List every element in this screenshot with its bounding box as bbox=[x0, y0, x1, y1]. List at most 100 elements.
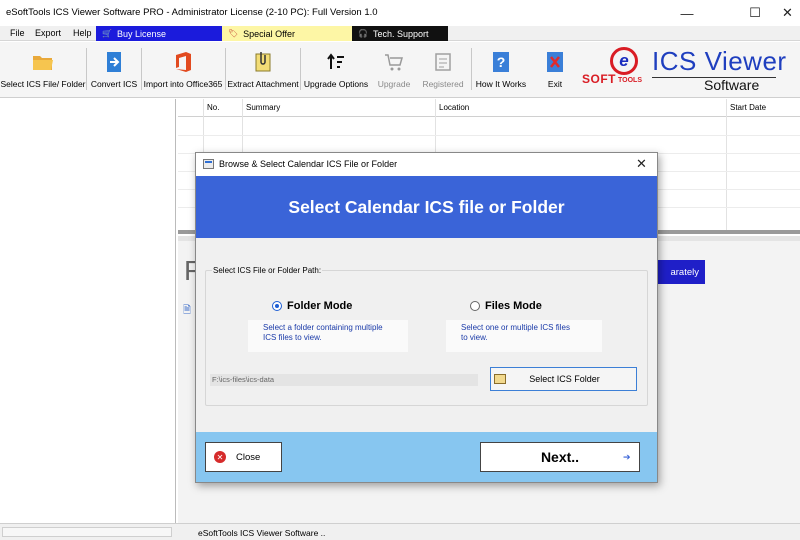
extract-attachment-button[interactable]: Extract Attachment bbox=[227, 42, 299, 98]
toolbar: Select ICS File/ Folder Convert ICS Impo… bbox=[0, 42, 800, 98]
column-header-location[interactable]: Location bbox=[439, 103, 469, 112]
grid-row-line bbox=[178, 135, 800, 136]
import-office365-button[interactable]: Import into Office365 bbox=[144, 42, 222, 98]
tech-support-button[interactable]: 🎧 Tech. Support bbox=[352, 26, 448, 41]
logo-soft: SOFT bbox=[582, 72, 616, 86]
toolbar-label: Extract Attachment bbox=[227, 79, 299, 89]
office365-icon bbox=[171, 50, 195, 74]
logo-e-mark: e bbox=[610, 47, 638, 75]
tag-icon: 🏷 bbox=[228, 29, 239, 38]
registered-icon bbox=[431, 50, 455, 74]
save-separately-label: arately bbox=[670, 266, 699, 278]
status-progress-segment bbox=[2, 527, 172, 537]
folder-mode-label: Folder Mode bbox=[287, 300, 353, 312]
logo-brand: ICS Viewer bbox=[652, 46, 787, 76]
menu-export[interactable]: Export bbox=[35, 28, 61, 38]
buy-license-label: Buy License bbox=[116, 28, 166, 39]
files-mode-desc-line: Select one or multiple ICS files bbox=[461, 323, 570, 332]
dialog-title: Browse & Select Calendar ICS File or Fol… bbox=[219, 159, 398, 169]
dialog-banner: Select Calendar ICS file or Folder bbox=[196, 176, 657, 238]
toolbar-label: Upgrade bbox=[377, 79, 411, 89]
dialog-close-icon[interactable]: ✕ bbox=[636, 156, 647, 172]
folder-path-field[interactable]: F:\ics-files\ics-data bbox=[210, 374, 478, 386]
toolbar-label: Convert ICS bbox=[90, 79, 138, 89]
select-ics-folder-label: Select ICS Folder bbox=[529, 374, 600, 384]
status-text: eSoftTools ICS Viewer Software .. bbox=[198, 528, 326, 538]
path-groupbox-legend: Select ICS File or Folder Path: bbox=[212, 266, 323, 275]
maximize-button[interactable]: ☐ bbox=[732, 0, 778, 26]
dialog-window-icon bbox=[203, 159, 214, 169]
toolbar-separator bbox=[86, 48, 87, 90]
menu-file[interactable]: File bbox=[10, 28, 25, 38]
upgrade-options-button[interactable]: Upgrade Options bbox=[303, 42, 369, 98]
menu-bar: File Export Help 🛒 Buy License 🏷 Special… bbox=[0, 26, 800, 41]
files-mode-description: Select one or multiple ICS files to view… bbox=[446, 320, 602, 352]
toolbar-separator bbox=[471, 48, 472, 90]
convert-icon bbox=[102, 50, 126, 74]
buy-license-button[interactable]: 🛒 Buy License bbox=[96, 26, 222, 41]
close-circle-icon: ✕ bbox=[214, 451, 226, 463]
toolbar-separator bbox=[141, 48, 142, 90]
files-mode-radio[interactable]: Files Mode bbox=[470, 300, 542, 312]
menu-help[interactable]: Help bbox=[73, 28, 92, 38]
cart-icon bbox=[382, 50, 406, 74]
special-offer-button[interactable]: 🏷 Special Offer bbox=[222, 26, 352, 41]
browse-select-dialog: Browse & Select Calendar ICS File or Fol… bbox=[195, 152, 658, 483]
save-separately-button[interactable]: arately bbox=[652, 260, 705, 284]
window-title: eSoftTools ICS Viewer Software PRO - Adm… bbox=[6, 7, 378, 18]
folder-mode-desc-line: ICS files to view. bbox=[263, 333, 322, 342]
close-button-label: Close bbox=[236, 451, 261, 463]
toolbar-label: Registered bbox=[422, 79, 464, 89]
select-ics-folder-button[interactable]: Select ICS Folder bbox=[490, 367, 637, 391]
exit-button[interactable]: Exit bbox=[536, 42, 574, 98]
folder-mode-radio[interactable]: Folder Mode bbox=[272, 300, 352, 312]
svg-text:?: ? bbox=[497, 54, 506, 70]
next-button-label: Next.. bbox=[540, 449, 580, 465]
arrow-right-icon: ➔ bbox=[623, 452, 631, 462]
next-button[interactable]: Next.. ➔ bbox=[480, 442, 640, 472]
upgrade-options-icon bbox=[324, 50, 348, 74]
column-header-no[interactable]: No. bbox=[207, 103, 219, 112]
radio-unselected-icon bbox=[470, 301, 480, 311]
tech-support-label: Tech. Support bbox=[372, 28, 429, 39]
esofttools-logo: e SOFT TOOLS ICS Viewer Software bbox=[578, 44, 800, 96]
toolbar-label: How It Works bbox=[475, 79, 527, 89]
toolbar-label: Exit bbox=[547, 79, 563, 89]
dialog-banner-title: Select Calendar ICS file or Folder bbox=[288, 196, 565, 217]
grid-column-divider bbox=[726, 99, 727, 234]
radio-selected-icon bbox=[272, 301, 282, 311]
close-button[interactable]: ✕ Close bbox=[205, 442, 282, 472]
window-titlebar: eSoftTools ICS Viewer Software PRO - Adm… bbox=[0, 0, 800, 26]
column-header-summary[interactable]: Summary bbox=[246, 103, 280, 112]
how-it-works-button[interactable]: ? How It Works bbox=[474, 42, 528, 98]
status-bar: eSoftTools ICS Viewer Software .. bbox=[0, 523, 800, 540]
grid-header: No. Summary Location Start Date bbox=[178, 99, 800, 117]
document-icon: 🗎 bbox=[183, 305, 192, 316]
toolbar-label: Import into Office365 bbox=[143, 79, 223, 89]
toolbar-label: Select ICS File/ Folder bbox=[0, 79, 86, 89]
folder-open-icon bbox=[31, 50, 55, 74]
column-header-start-date[interactable]: Start Date bbox=[730, 103, 766, 112]
folder-mode-description: Select a folder containing multiple ICS … bbox=[248, 320, 408, 352]
toolbar-separator bbox=[300, 48, 301, 90]
toolbar-label: Upgrade Options bbox=[303, 79, 369, 89]
select-ics-file-folder-button[interactable]: Select ICS File/ Folder bbox=[0, 42, 86, 98]
files-mode-desc-line: to view. bbox=[461, 333, 488, 342]
dialog-titlebar: Browse & Select Calendar ICS File or Fol… bbox=[196, 153, 657, 176]
folder-tree-pane[interactable] bbox=[0, 99, 176, 523]
special-offer-label: Special Offer bbox=[243, 28, 296, 39]
registered-button[interactable]: Registered bbox=[419, 42, 467, 98]
minimize-button[interactable]: — bbox=[664, 0, 710, 26]
attachment-icon bbox=[251, 50, 275, 74]
cart-icon: 🛒 bbox=[102, 29, 112, 38]
logo-sub: Software bbox=[704, 77, 760, 93]
exit-icon bbox=[543, 50, 567, 74]
help-icon: ? bbox=[489, 50, 513, 74]
upgrade-button[interactable]: Upgrade bbox=[372, 42, 416, 98]
logo-tools: TOOLS bbox=[618, 77, 642, 84]
toolbar-separator bbox=[225, 48, 226, 90]
convert-ics-button[interactable]: Convert ICS bbox=[89, 42, 139, 98]
headset-icon: 🎧 bbox=[358, 29, 368, 38]
window-close-button[interactable]: ✕ bbox=[775, 0, 800, 26]
folder-mode-desc-line: Select a folder containing multiple bbox=[263, 323, 383, 332]
